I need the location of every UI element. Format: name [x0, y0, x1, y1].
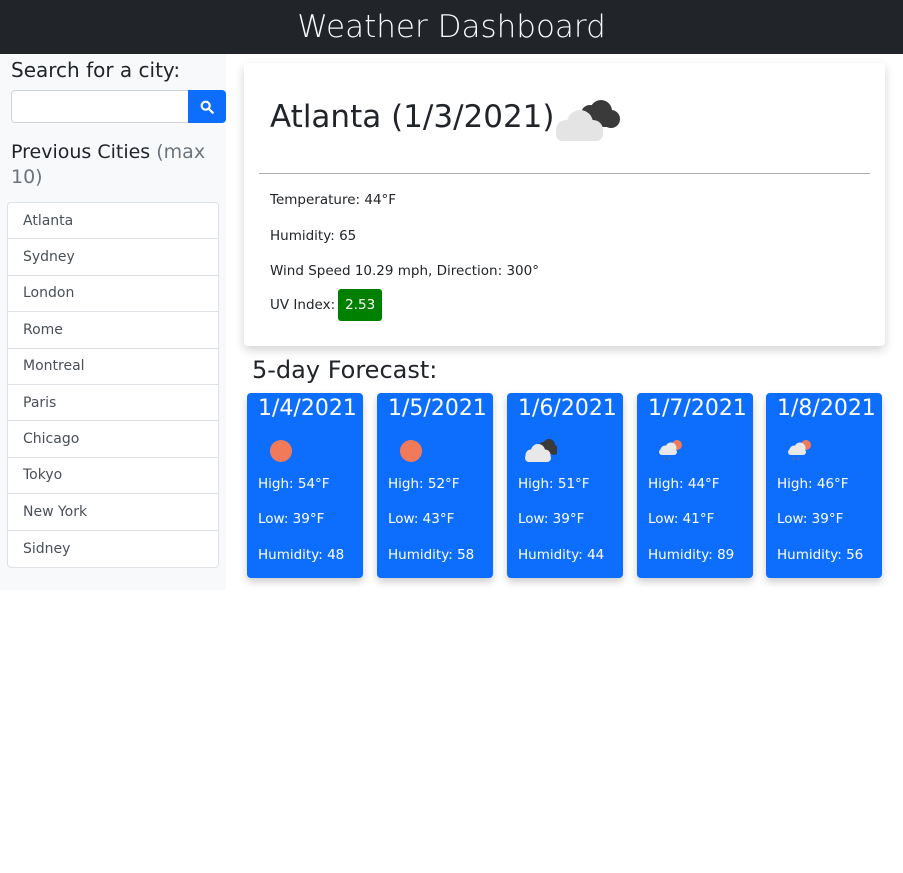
previous-cities-label: Previous Cities [11, 141, 151, 163]
forecast-card: 1/6/2021 High: 51°F Low: 39°F Humidity: … [507, 393, 623, 578]
forecast-humidity: Humidity: 58 [388, 547, 475, 563]
forecast-humidity: Humidity: 44 [518, 547, 605, 563]
forecast-low: Low: 39°F [518, 511, 585, 527]
search-title: Search for a city: [11, 58, 181, 82]
rain-sun-icon [659, 440, 682, 461]
forecast-card: 1/5/2021 High: 52°F Low: 43°F Humidity: … [377, 393, 493, 578]
search-input[interactable] [11, 90, 189, 123]
current-divider [259, 173, 870, 174]
city-list: Atlanta Sydney London Rome Montreal Pari… [7, 202, 219, 568]
forecast-humidity: Humidity: 48 [258, 547, 345, 563]
sun-icon [270, 440, 292, 462]
rain-sun-icon [788, 440, 811, 461]
forecast-high: High: 54°F [258, 476, 330, 492]
forecast-card: 1/8/2021 High: 46°F Low: 39°F Humidity: … [766, 393, 882, 578]
header-bar: Weather Dashboard [0, 0, 903, 54]
forecast-high: High: 46°F [777, 476, 849, 492]
city-item-sydney[interactable]: Sydney [8, 239, 218, 276]
uv-label: UV Index: [270, 297, 336, 313]
current-temperature: Temperature: 44°F [270, 192, 397, 208]
forecast-humidity: Humidity: 89 [648, 547, 735, 563]
forecast-high: High: 51°F [518, 476, 590, 492]
city-item-new-york[interactable]: New York [8, 494, 218, 531]
current-humidity: Humidity: 65 [270, 228, 357, 244]
cloudy-icon [556, 100, 620, 141]
city-item-chicago[interactable]: Chicago [8, 421, 218, 458]
city-item-sidney[interactable]: Sidney [8, 531, 218, 567]
forecast-high: High: 44°F [648, 476, 720, 492]
cloudy-icon [525, 439, 557, 462]
forecast-date: 1/6/2021 [518, 396, 617, 421]
forecast-low: Low: 39°F [258, 511, 325, 527]
city-item-paris[interactable]: Paris [8, 385, 218, 422]
forecast-humidity: Humidity: 56 [777, 547, 864, 563]
forecast-date: 1/4/2021 [258, 396, 357, 421]
city-item-montreal[interactable]: Montreal [8, 349, 218, 385]
uv-badge: 2.53 [338, 289, 383, 321]
previous-cities-title: Previous Cities (max 10) [11, 140, 221, 190]
forecast-date: 1/8/2021 [777, 396, 876, 421]
forecast-low: Low: 39°F [777, 511, 844, 527]
city-item-atlanta[interactable]: Atlanta [8, 203, 218, 240]
sun-icon [400, 440, 422, 462]
forecast-title: 5-day Forecast: [252, 356, 438, 384]
forecast-date: 1/5/2021 [388, 396, 487, 421]
current-uv: UV Index: 2.53 [270, 289, 383, 321]
forecast-card: 1/4/2021 High: 54°F Low: 39°F Humidity: … [247, 393, 363, 578]
forecast-low: Low: 43°F [388, 511, 455, 527]
current-weather-card: Atlanta (1/3/2021) Temperature: 44°F Hum… [244, 63, 885, 346]
city-item-tokyo[interactable]: Tokyo [8, 458, 218, 495]
city-item-rome[interactable]: Rome [8, 312, 218, 349]
search-button[interactable] [188, 90, 226, 123]
sidebar: Search for a city: Previous Cities (max … [0, 54, 226, 590]
current-city-title: Atlanta (1/3/2021) [270, 99, 555, 135]
forecast-date: 1/7/2021 [648, 396, 747, 421]
forecast-card: 1/7/2021 High: 44°F Low: 41°F Humidity: … [637, 393, 753, 578]
search-icon [200, 100, 214, 114]
city-item-london[interactable]: London [8, 276, 218, 313]
current-wind: Wind Speed 10.29 mph, Direction: 300° [270, 263, 539, 279]
page-title: Weather Dashboard [297, 9, 606, 45]
forecast-low: Low: 41°F [648, 511, 715, 527]
forecast-high: High: 52°F [388, 476, 460, 492]
